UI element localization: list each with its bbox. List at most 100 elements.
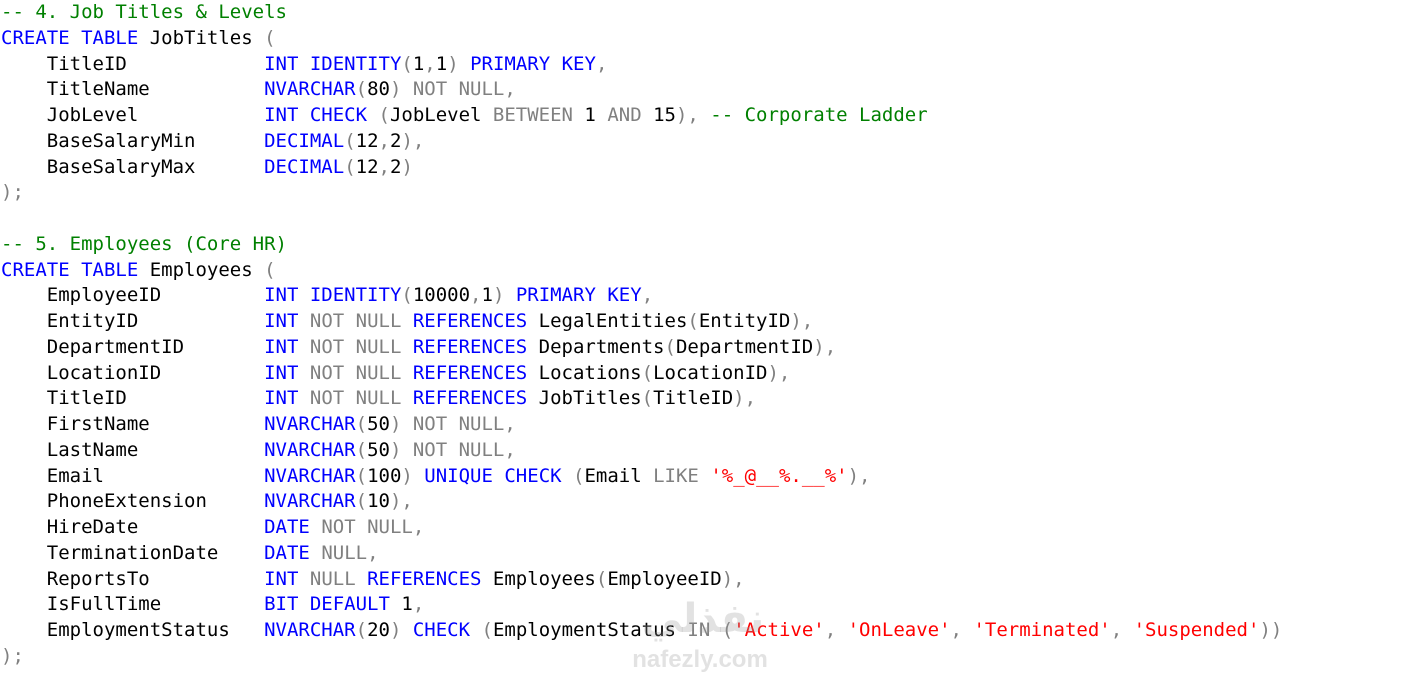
code-line[interactable]: FirstName NVARCHAR(50) NOT NULL, xyxy=(0,412,1402,438)
code-line[interactable]: EntityID INT NOT NULL REFERENCES LegalEn… xyxy=(0,309,1402,335)
code-token: UNIQUE CHECK xyxy=(412,464,574,487)
code-token: BETWEEN xyxy=(492,104,585,126)
code-line[interactable]: CREATE TABLE Employees ( xyxy=(0,258,1402,284)
code-token: DepartmentID xyxy=(675,335,814,358)
code-line[interactable]: ReportsTo INT NULL REFERENCES Employees(… xyxy=(0,567,1402,593)
code-token: ( xyxy=(344,129,356,152)
code-token: INT IDENTITY xyxy=(264,52,402,75)
code-line[interactable]: TitleID INT NOT NULL REFERENCES JobTitle… xyxy=(0,386,1402,412)
code-token: ( xyxy=(641,387,654,410)
code-token: Email xyxy=(1,464,265,487)
code-token: NVARCHAR xyxy=(264,438,356,461)
code-token: ), xyxy=(790,310,814,332)
code-token: ), xyxy=(733,387,757,410)
code-line[interactable]: LocationID INT NOT NULL REFERENCES Locat… xyxy=(0,361,1402,387)
code-token: -- 5. Employees (Core HR) xyxy=(1,232,287,255)
code-token: 2 xyxy=(389,129,402,152)
code-line[interactable]: TitleID INT IDENTITY(1,1) PRIMARY KEY, xyxy=(0,52,1402,78)
code-token: )) xyxy=(1259,619,1283,641)
code-token: LegalEntities xyxy=(538,310,688,332)
code-token: ) xyxy=(401,155,413,178)
code-token: 100 xyxy=(367,464,402,487)
code-line[interactable]: HireDate DATE NOT NULL, xyxy=(0,515,1402,541)
code-token: LIKE xyxy=(653,464,711,487)
code-token: EmploymentStatus xyxy=(492,619,688,641)
code-token: NVARCHAR xyxy=(264,78,356,101)
code-token: BaseSalaryMax xyxy=(1,155,265,178)
code-line[interactable]: DepartmentID INT NOT NULL REFERENCES Dep… xyxy=(0,335,1402,361)
code-token: ) xyxy=(447,52,459,75)
code-token: ( xyxy=(344,155,356,178)
code-token: ( xyxy=(401,52,413,75)
code-token: , xyxy=(378,155,390,178)
code-token: , xyxy=(641,284,654,307)
code-token: , xyxy=(950,619,974,641)
code-token: ) xyxy=(401,464,413,487)
code-line[interactable]: CREATE TABLE JobTitles ( xyxy=(0,26,1402,52)
code-line[interactable]: IsFullTime BIT DEFAULT 1, xyxy=(0,592,1402,618)
code-token: , xyxy=(1110,619,1134,641)
code-token: ( xyxy=(355,619,368,641)
code-line[interactable]: TerminationDate DATE NULL, xyxy=(0,541,1402,567)
code-token: REFERENCES xyxy=(367,567,493,590)
code-token: INT CHECK xyxy=(264,104,379,126)
code-token: EmployeeID xyxy=(1,284,265,307)
code-token: EntityID xyxy=(1,310,265,332)
code-line[interactable]: BaseSalaryMin DECIMAL(12,2), xyxy=(0,129,1402,155)
code-token: IN ( xyxy=(687,619,734,641)
code-token: FirstName xyxy=(1,413,265,435)
code-token: JobTitles xyxy=(538,387,642,410)
code-token: , xyxy=(595,52,608,75)
code-token: ) xyxy=(492,284,505,307)
code-token: 50 xyxy=(367,413,390,435)
code-token: ( xyxy=(264,26,276,49)
code-token: Departments xyxy=(538,335,665,358)
code-token: PRIMARY KEY xyxy=(504,284,642,307)
code-line[interactable]: EmploymentStatus NVARCHAR(20) CHECK (Emp… xyxy=(0,618,1402,644)
code-token: ( xyxy=(664,335,676,358)
code-line[interactable]: -- 4. Job Titles & Levels xyxy=(0,0,1402,26)
code-token: 80 xyxy=(367,78,390,101)
code-line[interactable]: -- 5. Employees (Core HR) xyxy=(0,232,1402,258)
code-token: BIT DEFAULT xyxy=(264,593,402,616)
code-token: , xyxy=(824,619,848,641)
code-line[interactable] xyxy=(0,206,1402,232)
code-token: ( xyxy=(355,464,368,487)
code-token: , xyxy=(412,593,425,616)
code-line[interactable]: EmployeeID INT IDENTITY(10000,1) PRIMARY… xyxy=(0,283,1402,309)
code-token: DECIMAL xyxy=(264,155,345,178)
code-token: JobLevel xyxy=(1,104,265,126)
code-token: 1 xyxy=(481,284,493,307)
code-line[interactable]: TitleName NVARCHAR(80) NOT NULL, xyxy=(0,77,1402,103)
code-token: 12 xyxy=(355,129,379,152)
code-token: 'Suspended' xyxy=(1133,619,1260,641)
code-line[interactable]: ); xyxy=(0,180,1402,206)
code-token: NVARCHAR xyxy=(264,490,356,513)
code-token: TitleID xyxy=(1,387,265,410)
code-token: LocationID xyxy=(1,361,265,384)
code-token: AND xyxy=(607,104,654,126)
code-token: PRIMARY KEY xyxy=(458,52,596,75)
sql-code-editor[interactable]: -- 4. Job Titles & Levels CREATE TABLE Jo… xyxy=(0,0,1402,683)
code-token: REFERENCES xyxy=(412,335,539,358)
code-line[interactable]: PhoneExtension NVARCHAR(10), xyxy=(0,489,1402,515)
code-token: ) NOT NULL, xyxy=(389,413,516,435)
code-token: NOT NULL, xyxy=(321,516,425,538)
code-line[interactable]: JobLevel INT CHECK (JobLevel BETWEEN 1 A… xyxy=(0,103,1402,129)
code-token: NOT NULL xyxy=(309,361,413,384)
code-token: DATE xyxy=(264,516,322,538)
code-token: ), xyxy=(721,567,745,590)
code-token: JobTitles xyxy=(138,26,265,49)
code-token: ) xyxy=(389,619,402,641)
code-line[interactable]: ); xyxy=(0,644,1402,670)
code-token: , xyxy=(424,52,436,75)
code-line[interactable]: LastName NVARCHAR(50) NOT NULL, xyxy=(0,438,1402,464)
code-token: 1 xyxy=(401,593,413,616)
code-token: '%_@__%.__%' xyxy=(710,464,848,487)
code-token: PhoneExtension xyxy=(1,490,265,513)
code-line[interactable]: Email NVARCHAR(100) UNIQUE CHECK (Email … xyxy=(0,464,1402,490)
code-line[interactable]: BaseSalaryMax DECIMAL(12,2) xyxy=(0,155,1402,181)
code-token: ), xyxy=(389,490,413,513)
code-token: 1 xyxy=(412,52,425,75)
code-token: NULL, xyxy=(321,541,379,564)
